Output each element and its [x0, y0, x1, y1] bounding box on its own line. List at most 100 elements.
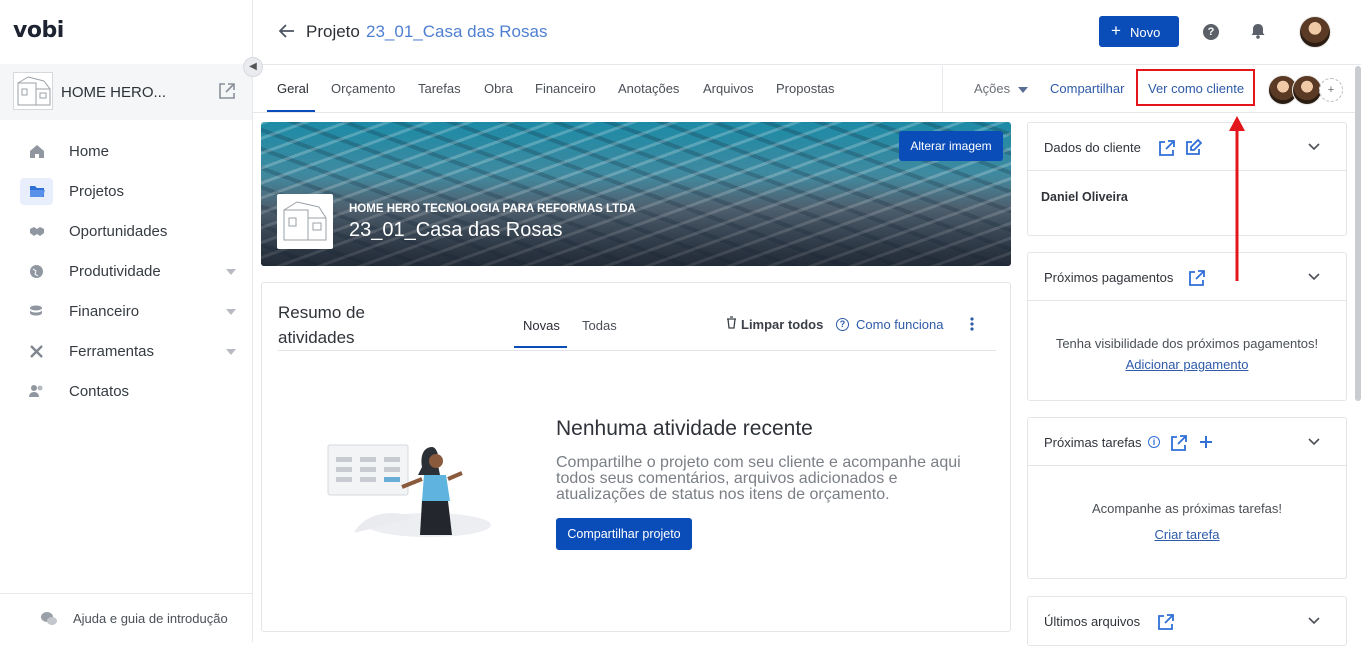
sidebar-item-label: Produtividade: [69, 263, 161, 280]
sidebar-item-label: Oportunidades: [69, 223, 168, 240]
card-title: Próximos pagamentos: [1044, 270, 1174, 285]
back-arrow-icon[interactable]: [279, 24, 295, 38]
collapse-sidebar-icon[interactable]: ◀: [243, 57, 263, 77]
help-guide-label: Ajuda e guia de introdução: [73, 611, 228, 626]
card-header[interactable]: Últimos arquivos: [1028, 597, 1346, 645]
share-link[interactable]: Compartilhar: [1050, 81, 1124, 96]
sidebar-item-ferramentas[interactable]: Ferramentas: [20, 337, 240, 367]
tab-arquivos[interactable]: Arquivos: [703, 81, 754, 96]
sidebar-item-label: Home: [69, 143, 110, 160]
tab-todas[interactable]: Todas: [582, 318, 617, 333]
sidebar-item-produtividade[interactable]: Produtividade: [20, 257, 240, 287]
payments-empty-text: Tenha visibilidade dos próximos pagament…: [1055, 336, 1319, 351]
tab-anotacoes[interactable]: Anotações: [618, 81, 679, 96]
next-payments-card: Próximos pagamentos Tenha visibilidade d…: [1027, 252, 1347, 401]
bell-icon[interactable]: [1251, 23, 1265, 39]
company-logo: [13, 72, 53, 110]
card-header[interactable]: Próximas tarefas i: [1028, 418, 1346, 466]
help-icon[interactable]: ?: [1203, 24, 1219, 40]
company-logo: [277, 194, 333, 249]
chevron-down-icon[interactable]: [1308, 273, 1320, 281]
edit-icon[interactable]: [1185, 139, 1202, 156]
chevron-down-icon: [226, 349, 236, 355]
building-sketch-icon: [283, 201, 327, 241]
external-link-icon[interactable]: [217, 81, 237, 101]
tools-icon: [20, 338, 53, 365]
change-image-button[interactable]: Alterar imagem: [899, 131, 1003, 161]
empty-state-illustration: [327, 444, 491, 537]
active-tab-indicator: [267, 110, 315, 112]
activity-title: Resumo de atividades: [278, 303, 365, 347]
tab-novas[interactable]: Novas: [523, 318, 560, 333]
globe-icon: [20, 258, 53, 285]
chevron-down-icon[interactable]: [1308, 143, 1320, 151]
member-avatar[interactable]: [1292, 75, 1322, 105]
scrollbar[interactable]: [1355, 66, 1361, 401]
contacts-icon: [20, 378, 53, 405]
sidebar-item-projetos[interactable]: Projetos: [20, 177, 240, 207]
external-link-icon[interactable]: [1158, 139, 1176, 157]
building-sketch-icon: [17, 76, 51, 106]
card-title: Últimos arquivos: [1044, 614, 1141, 629]
new-button-label: Novo: [1130, 25, 1161, 40]
client-data-card: Dados do cliente Daniel Oliveira: [1027, 122, 1347, 236]
trash-icon[interactable]: [726, 316, 737, 329]
sidebar: vobi HOME HERO... Home Projetos Oportuni…: [0, 0, 253, 642]
tab-geral[interactable]: Geral: [277, 81, 309, 96]
empty-state-title: Nenhuma atividade recente: [556, 417, 813, 440]
card-title: Próximas tarefas: [1044, 435, 1142, 450]
banner-project-name: 23_01_Casa das Rosas: [349, 219, 563, 241]
new-button[interactable]: + Novo: [1099, 16, 1179, 47]
user-avatar[interactable]: [1299, 16, 1331, 48]
how-it-works-link[interactable]: Como funciona: [856, 317, 943, 332]
company-name: HOME HERO...: [61, 84, 167, 101]
sidebar-item-home[interactable]: Home: [20, 137, 240, 167]
client-name: Daniel Oliveira: [1041, 190, 1128, 204]
caret-down-icon[interactable]: [1018, 87, 1028, 93]
chevron-down-icon: [226, 309, 236, 315]
tab-financeiro[interactable]: Financeiro: [535, 81, 596, 96]
banner-company-name: HOME HERO TECNOLOGIA PARA REFORMAS LTDA: [349, 203, 636, 215]
divider: [942, 66, 943, 113]
tab-obra[interactable]: Obra: [484, 81, 513, 96]
plus-icon[interactable]: [1199, 435, 1213, 449]
sidebar-item-label: Contatos: [69, 383, 130, 400]
actions-dropdown[interactable]: Ações: [974, 81, 1010, 96]
chevron-down-icon: [226, 269, 236, 275]
project-tabs: Geral Orçamento Tarefas Obra Financeiro …: [253, 66, 1361, 113]
info-icon[interactable]: i: [1148, 436, 1160, 448]
view-as-client-link[interactable]: Ver como cliente: [1148, 81, 1244, 96]
folder-icon: [20, 178, 53, 205]
card-header[interactable]: Dados do cliente: [1028, 123, 1346, 171]
card-header[interactable]: Próximos pagamentos: [1028, 253, 1346, 301]
sidebar-item-label: Financeiro: [69, 303, 140, 320]
external-link-icon[interactable]: [1157, 613, 1175, 631]
sidebar-item-oportunidades[interactable]: Oportunidades: [20, 217, 240, 247]
latest-files-card: Últimos arquivos: [1027, 596, 1347, 646]
add-payment-link[interactable]: Adicionar pagamento: [1028, 357, 1346, 372]
divider: [278, 350, 996, 351]
vobi-logo[interactable]: vobi: [13, 18, 64, 43]
share-project-button[interactable]: Compartilhar projeto: [556, 518, 692, 550]
company-selector[interactable]: HOME HERO...: [0, 64, 252, 120]
active-tab-indicator: [514, 346, 567, 348]
tab-orcamento[interactable]: Orçamento: [331, 81, 395, 96]
sidebar-item-contatos[interactable]: Contatos: [20, 377, 240, 407]
question-circle-icon[interactable]: ?: [836, 318, 849, 331]
sidebar-item-label: Ferramentas: [69, 343, 155, 360]
activity-summary-card: Resumo de atividades Novas Todas Limpar …: [261, 282, 1011, 632]
chat-help-icon: [41, 612, 57, 625]
chevron-down-icon[interactable]: [1308, 617, 1320, 625]
next-tasks-card: Próximas tarefas i Acompanhe as próximas…: [1027, 417, 1347, 579]
tab-tarefas[interactable]: Tarefas: [418, 81, 461, 96]
external-link-icon[interactable]: [1188, 269, 1206, 287]
clear-all-button[interactable]: Limpar todos: [741, 317, 823, 332]
create-task-link[interactable]: Criar tarefa: [1028, 527, 1346, 542]
more-options-icon[interactable]: [970, 316, 974, 332]
external-link-icon[interactable]: [1170, 434, 1188, 452]
add-member-button[interactable]: +: [1319, 78, 1343, 102]
tab-propostas[interactable]: Propostas: [776, 81, 835, 96]
sidebar-item-financeiro[interactable]: Financeiro: [20, 297, 240, 327]
help-guide-link[interactable]: Ajuda e guia de introdução: [0, 593, 252, 642]
chevron-down-icon[interactable]: [1308, 438, 1320, 446]
